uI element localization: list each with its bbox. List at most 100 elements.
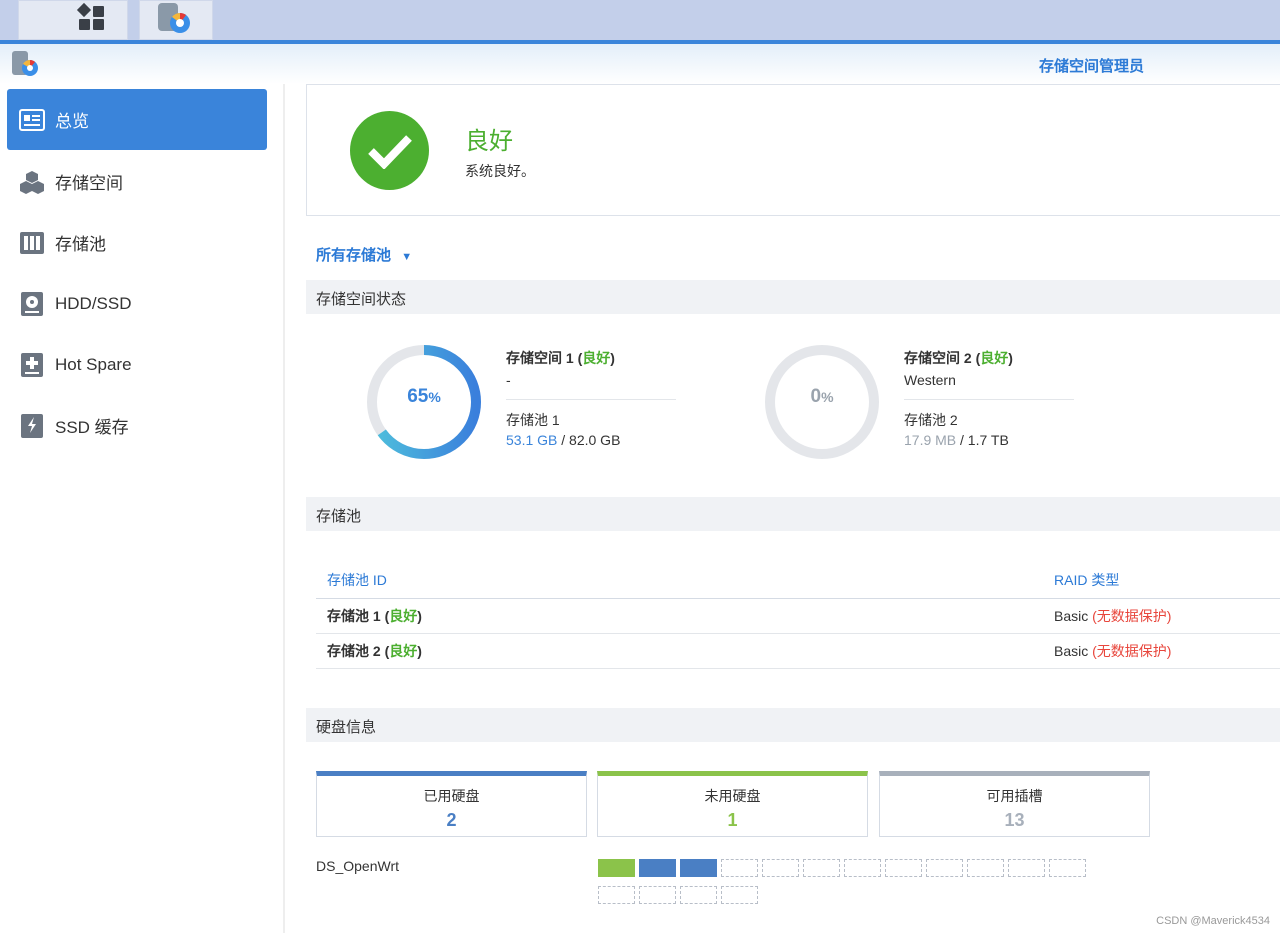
status-description: 系统良好。 [465,161,535,181]
window-title: 存储空间管理员 [1039,55,1144,76]
disk-slots [598,859,1098,913]
paren: ) [417,643,422,659]
disk-slot-empty[interactable] [762,859,799,877]
paren: ) [610,350,615,366]
disk-slot-empty[interactable] [721,859,758,877]
volume-name: 存储空间 1 ( [506,350,582,366]
overview-icon [19,107,45,133]
section-volume-status: 存储空间状态 [306,280,1280,314]
volume-pool: 存储池 1 [506,410,560,430]
sidebar: 总览 存储空间 存储池 HDD/SSD Hot Spare SSD 缓存 [0,84,285,933]
used-size: 17.9 MB [904,432,956,448]
used-size: 53.1 GB [506,432,557,448]
disk-slot-empty[interactable] [721,886,758,904]
usage-percent: 65 [407,386,428,407]
status-title: 良好 [465,121,513,156]
pool-state: 良好 [389,643,417,659]
paren: ) [1008,350,1013,366]
sidebar-item-label: 总览 [55,107,89,132]
card-value: 2 [317,810,586,831]
table-row[interactable]: 存储池 2 (良好) Basic (无数据保护) [316,633,1280,668]
raid-note: (无数据保护) [1092,643,1171,659]
volume-pool: 存储池 2 [904,410,958,430]
caret-down-icon: ▼ [401,251,412,263]
sidebar-item-hot-spare[interactable]: Hot Spare [7,334,267,395]
card-free-slots: 可用插槽 13 [879,771,1150,837]
usage-ring: 65% [364,342,484,462]
disk-slot-empty[interactable] [926,859,963,877]
volume-description: Western [904,372,956,388]
disk-slot-empty[interactable] [844,859,881,877]
sidebar-item-label: 存储空间 [55,169,123,194]
paren: ) [417,608,422,624]
usage-percent: 0 [810,386,821,407]
usage-ring: 0% [762,342,882,462]
storage-manager-icon [140,1,214,39]
filter-label: 所有存储池 [316,247,391,264]
raid-note: (无数据保护) [1092,608,1171,624]
card-label: 已用硬盘 [317,786,586,806]
disk-slot-empty[interactable] [885,859,922,877]
pool-filter-dropdown[interactable]: 所有存储池 ▼ [316,244,412,265]
col-pool-id[interactable]: 存储池 ID [316,562,1043,598]
card-unused-disks: 未用硬盘 1 [597,771,868,837]
pool-name: 存储池 1 ( [327,608,389,624]
disk-slot-empty[interactable] [598,886,635,904]
sidebar-item-label: HDD/SSD [55,294,132,314]
disk-slot-empty[interactable] [639,886,676,904]
pool-state: 良好 [389,608,417,624]
pool-name: 存储池 2 ( [327,643,389,659]
total-size: / 1.7 TB [956,432,1009,448]
section-disks: 硬盘信息 [306,708,1280,742]
disk-slot-used[interactable] [680,859,717,877]
sidebar-item-ssd-cache[interactable]: SSD 缓存 [7,395,267,456]
volume-state: 良好 [980,350,1008,366]
section-pools: 存储池 [306,497,1280,531]
apps-grid-icon [19,1,129,39]
sidebar-item-label: 存储池 [55,230,106,255]
app-icon [10,49,40,79]
plus-drive-icon [19,352,45,378]
check-icon [350,111,429,190]
raid-type: Basic [1054,643,1092,659]
disk-slot-empty[interactable] [680,886,717,904]
window-header: 存储空间管理员 [0,44,1280,84]
card-value: 1 [598,810,867,831]
col-raid-type[interactable]: RAID 类型 [1043,562,1280,598]
sidebar-item-label: Hot Spare [55,355,132,375]
table-row[interactable]: 存储池 1 (良好) Basic (无数据保护) [316,598,1280,633]
disk-slot-empty[interactable] [1049,859,1086,877]
disk-slot-empty[interactable] [1008,859,1045,877]
storage-manager-taskbar-button[interactable] [139,0,213,40]
pool-table: 存储池 IDRAID 类型 存储池 1 (良好)Basic (无数据保护) 存储… [316,562,1280,669]
card-value: 13 [880,810,1149,831]
disk-slot-unused[interactable] [598,859,635,877]
disk-slot-empty[interactable] [967,859,1004,877]
main-content: 良好 系统良好。 所有存储池 ▼ 存储空间状态 65% 存储空间 1 (良好) … [306,84,1280,216]
sidebar-item-pools[interactable]: 存储池 [7,212,267,273]
disk-slot-empty[interactable] [803,859,840,877]
sidebar-item-volumes[interactable]: 存储空间 [7,151,267,212]
card-label: 可用插槽 [880,786,1149,806]
raid-type: Basic [1054,608,1092,624]
main-menu-button[interactable] [18,0,128,40]
volume-state: 良好 [582,350,610,366]
flash-icon [19,413,45,439]
percent-sign: % [821,389,833,405]
sidebar-item-hdd-ssd[interactable]: HDD/SSD [7,273,267,334]
sidebar-item-label: SSD 缓存 [55,413,129,438]
system-status-panel: 良好 系统良好。 [306,84,1280,216]
taskbar [0,0,1280,41]
card-label: 未用硬盘 [598,786,867,806]
watermark: CSDN @Maverick4534 [1156,915,1270,927]
card-used-disks: 已用硬盘 2 [316,771,587,837]
cubes-icon [19,169,45,195]
volume-description: - [506,372,511,388]
sidebar-item-overview[interactable]: 总览 [7,89,267,150]
disk-icon [19,291,45,317]
percent-sign: % [428,389,440,405]
disk-slot-used[interactable] [639,859,676,877]
device-name: DS_OpenWrt [316,858,399,874]
volume-name: 存储空间 2 ( [904,350,980,366]
pool-icon [19,230,45,256]
